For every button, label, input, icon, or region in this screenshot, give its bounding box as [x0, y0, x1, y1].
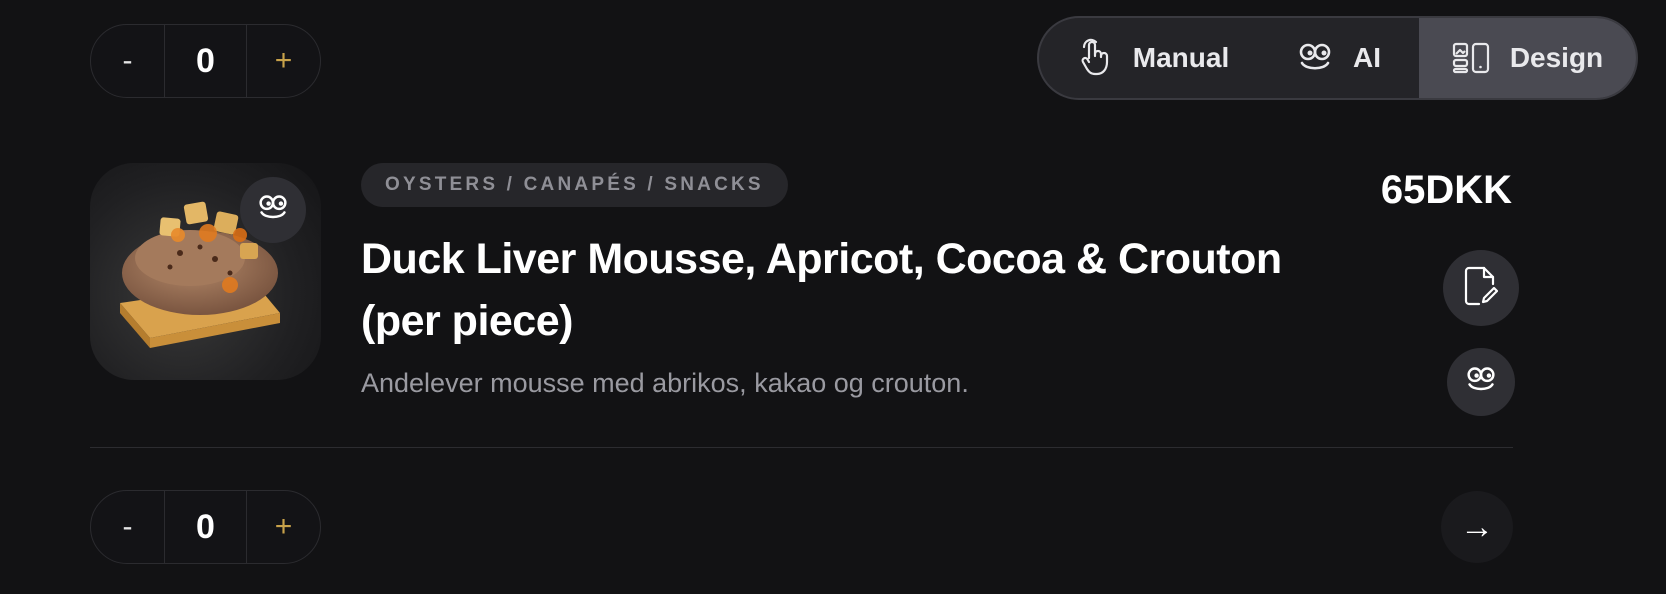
- layout-device-icon: [1452, 42, 1490, 74]
- ai-face-icon: [256, 193, 290, 228]
- decrease-button[interactable]: -: [91, 25, 164, 97]
- edit-document-button[interactable]: [1443, 250, 1519, 326]
- tab-manual-label: Manual: [1132, 42, 1230, 73]
- ai-badge-button[interactable]: [240, 177, 306, 243]
- increase-button[interactable]: +: [247, 25, 320, 97]
- product-page: - 0 + Manual AI Design OYSTERS / CANAPÉS…: [0, 0, 1666, 594]
- ai-face-icon: [1297, 41, 1333, 75]
- decrease-button[interactable]: -: [91, 491, 164, 563]
- divider: [90, 447, 1513, 448]
- tab-design-label: Design: [1509, 42, 1604, 73]
- ai-face-icon: [1465, 365, 1497, 400]
- next-button[interactable]: →: [1441, 491, 1513, 563]
- product-title: Duck Liver Mousse, Apricot, Cocoa & Crou…: [361, 235, 1282, 345]
- quantity-value: 0: [164, 25, 247, 97]
- ai-action-button[interactable]: [1447, 348, 1515, 416]
- tab-manual[interactable]: Manual: [1039, 18, 1259, 98]
- quantity-stepper-bottom: - 0 +: [90, 490, 321, 564]
- tab-design[interactable]: Design: [1419, 18, 1636, 98]
- tab-ai-label: AI: [1353, 42, 1381, 73]
- document-edit-icon: [1464, 266, 1499, 311]
- increase-button[interactable]: +: [247, 491, 320, 563]
- hand-pointer-icon: [1079, 38, 1113, 78]
- category-badge: OYSTERS / CANAPÉS / SNACKS: [361, 163, 788, 207]
- tab-ai[interactable]: AI: [1259, 18, 1419, 98]
- product-price: 65DKK: [1380, 168, 1512, 212]
- quantity-value: 0: [164, 491, 247, 563]
- product-description: Andelever mousse med abrikos, kakao og c…: [361, 368, 969, 398]
- mode-switch: Manual AI Design: [1037, 16, 1638, 100]
- quantity-stepper-top: - 0 +: [90, 24, 321, 98]
